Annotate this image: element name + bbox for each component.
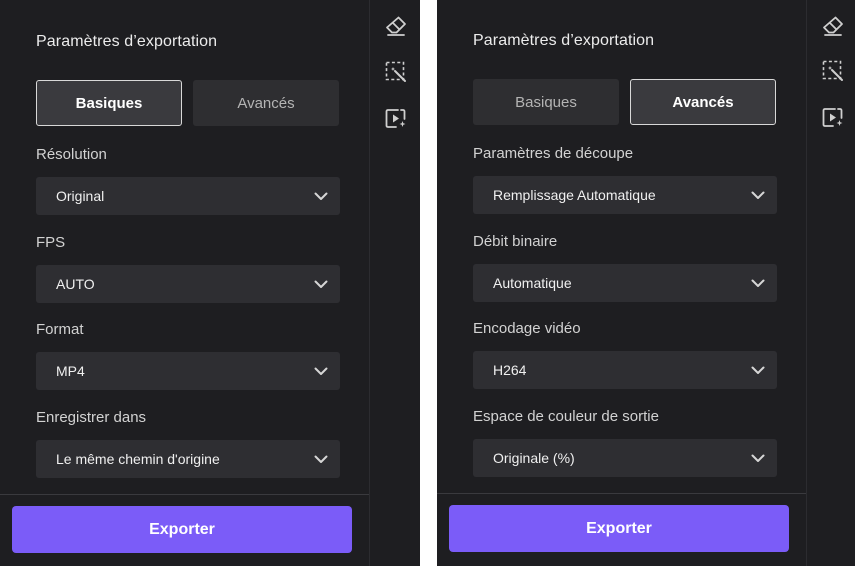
magic-select-icon	[385, 61, 406, 82]
chevron-down-icon	[751, 454, 765, 462]
bitrate-select[interactable]: Automatique	[473, 264, 777, 302]
divider	[0, 494, 369, 495]
crop-settings-value: Remplissage Automatique	[493, 187, 656, 203]
magic-select-tool-button[interactable]	[821, 59, 845, 83]
panel-title: Paramètres d’exportation	[473, 32, 655, 49]
magic-select-tool-button[interactable]	[384, 60, 408, 84]
settings-main: Paramètres d’exportation Basiques Avancé…	[437, 0, 806, 566]
export-button[interactable]: Exporter	[449, 505, 789, 552]
panel-title: Paramètres d’exportation	[36, 33, 218, 50]
video-encoding-label: Encodage vidéo	[473, 320, 581, 337]
tab-basiques[interactable]: Basiques	[36, 80, 182, 126]
resolution-label: Résolution	[36, 146, 107, 163]
resolution-select[interactable]: Original	[36, 177, 340, 215]
divider	[437, 493, 806, 494]
settings-main: Paramètres d’exportation Basiques Avancé…	[0, 0, 369, 566]
chevron-down-icon	[314, 192, 328, 200]
video-encoding-select[interactable]: H264	[473, 351, 777, 389]
chevron-down-icon	[314, 280, 328, 288]
side-toolbar	[806, 0, 855, 566]
export-button[interactable]: Exporter	[12, 506, 352, 553]
chevron-down-icon	[751, 191, 765, 199]
tab-basiques[interactable]: Basiques	[473, 79, 619, 125]
save-location-label: Enregistrer dans	[36, 409, 147, 426]
format-value: MP4	[56, 363, 85, 379]
eraser-tool-button[interactable]	[384, 14, 408, 38]
color-space-value: Originale (%)	[493, 450, 575, 466]
chevron-down-icon	[314, 455, 328, 463]
video-sparkle-icon	[385, 109, 406, 128]
tab-avances[interactable]: Avancés	[630, 79, 776, 125]
chevron-down-icon	[751, 279, 765, 287]
fps-select[interactable]: AUTO	[36, 265, 340, 303]
crop-settings-label: Paramètres de découpe	[473, 145, 634, 162]
fps-label: FPS	[36, 234, 66, 251]
crop-settings-select[interactable]: Remplissage Automatique	[473, 176, 777, 214]
bitrate-label: Débit binaire	[473, 233, 558, 250]
eraser-tool-button[interactable]	[821, 14, 845, 38]
fps-value: AUTO	[56, 276, 95, 292]
magic-select-icon	[822, 60, 843, 81]
color-space-label: Espace de couleur de sortie	[473, 408, 659, 425]
video-sparkle-tool-button[interactable]	[384, 107, 408, 131]
format-label: Format	[36, 321, 84, 338]
bitrate-value: Automatique	[493, 275, 572, 291]
save-location-value: Le même chemin d'origine	[56, 451, 220, 467]
save-location-select[interactable]: Le même chemin d'origine	[36, 440, 340, 478]
eraser-icon	[823, 16, 843, 36]
chevron-down-icon	[751, 366, 765, 374]
format-select[interactable]: MP4	[36, 352, 340, 390]
eraser-icon	[386, 16, 406, 36]
video-sparkle-tool-button[interactable]	[821, 106, 845, 130]
color-space-select[interactable]: Originale (%)	[473, 439, 777, 477]
side-toolbar	[369, 0, 420, 566]
chevron-down-icon	[314, 367, 328, 375]
video-encoding-value: H264	[493, 362, 527, 378]
video-sparkle-icon	[822, 108, 843, 127]
resolution-value: Original	[56, 188, 105, 204]
tab-avances[interactable]: Avancés	[193, 80, 339, 126]
export-settings-panel-basic: Paramètres d’exportation Basiques Avancé…	[0, 0, 420, 566]
export-settings-panel-advanced: Paramètres d’exportation Basiques Avancé…	[437, 0, 855, 566]
